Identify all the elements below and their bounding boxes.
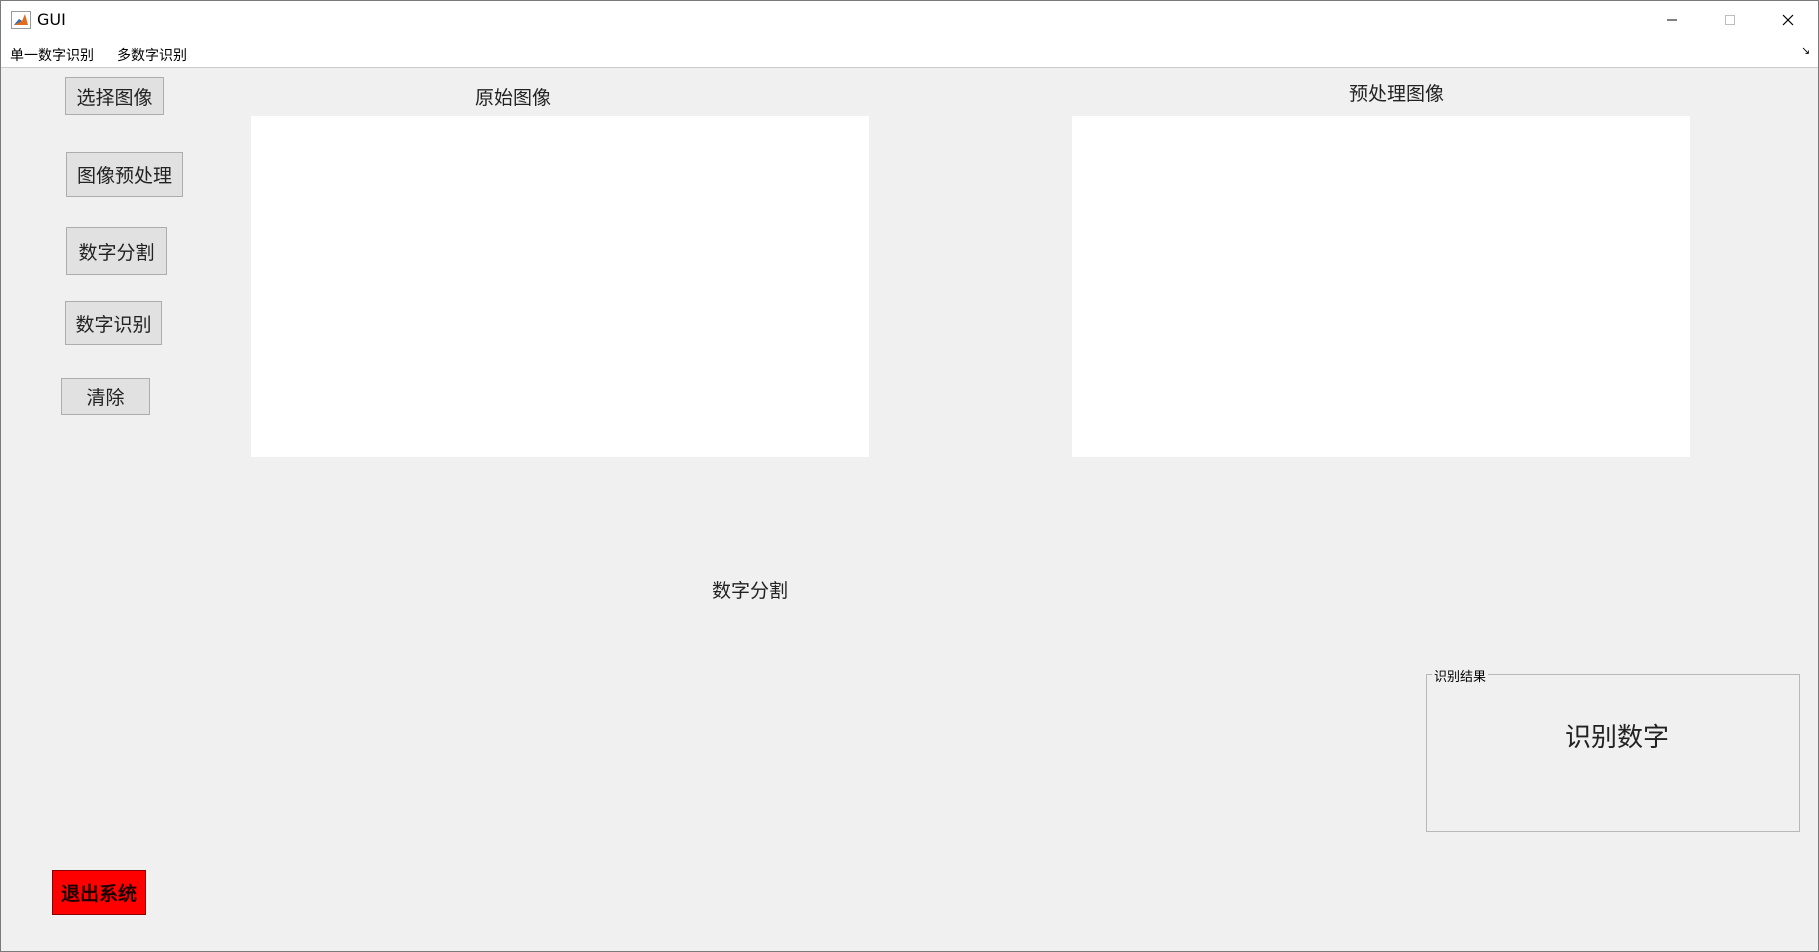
- original-image-title: 原始图像: [475, 87, 552, 109]
- app-window: GUI 单一数字识别 多数字识别 ↘ 选择图像 图像预处理 数字分割 数字识别 …: [0, 0, 1819, 952]
- select-image-button[interactable]: 选择图像: [65, 77, 164, 115]
- clear-button[interactable]: 清除: [61, 378, 150, 415]
- segment-title: 数字分割: [712, 580, 789, 602]
- result-value: 识别数字: [1565, 723, 1670, 753]
- maximize-button[interactable]: [1701, 1, 1759, 39]
- minimize-icon: [1667, 19, 1677, 21]
- close-icon: [1782, 14, 1794, 26]
- preprocessed-image-title: 预处理图像: [1349, 83, 1445, 105]
- preprocessed-image-axes: [1072, 116, 1690, 457]
- menu-item-single-digit[interactable]: 单一数字识别: [10, 45, 94, 65]
- recognize-button[interactable]: 数字识别: [65, 301, 162, 345]
- exit-button[interactable]: 退出系统: [52, 870, 146, 915]
- toolbar-toggle-icon[interactable]: ↘: [1801, 44, 1810, 57]
- close-button[interactable]: [1759, 1, 1817, 39]
- result-panel-title: 识别结果: [1432, 666, 1489, 685]
- menu-item-multi-digit[interactable]: 多数字识别: [117, 45, 187, 65]
- original-image-axes: [251, 116, 869, 457]
- maximize-icon: [1725, 15, 1735, 25]
- title-bar[interactable]: GUI: [1, 1, 1818, 39]
- window-title: GUI: [37, 10, 66, 29]
- preprocess-button[interactable]: 图像预处理: [66, 152, 183, 197]
- menu-bar: 单一数字识别 多数字识别 ↘: [1, 39, 1818, 68]
- minimize-button[interactable]: [1643, 1, 1701, 39]
- segment-button[interactable]: 数字分割: [66, 227, 167, 275]
- matlab-icon: [11, 11, 31, 29]
